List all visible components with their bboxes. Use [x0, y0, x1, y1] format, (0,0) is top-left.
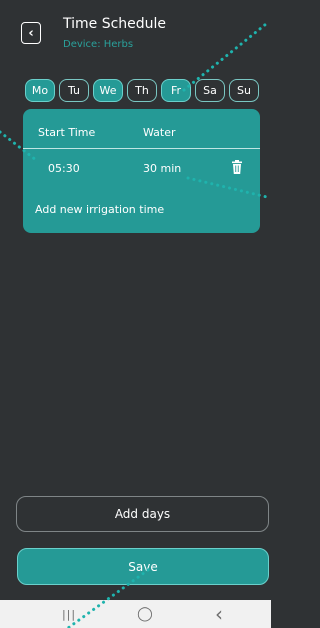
add-days-button[interactable]: Add days: [16, 496, 269, 532]
day-chip-su[interactable]: Su: [229, 79, 259, 102]
back-nav-icon[interactable]: ‹: [207, 602, 231, 626]
save-button[interactable]: Save: [17, 548, 269, 585]
column-header-water: Water: [143, 126, 176, 139]
day-chip-we[interactable]: We: [93, 79, 123, 102]
device-subtitle: Device: Herbs: [63, 39, 134, 50]
trash-icon[interactable]: [231, 160, 243, 174]
water-duration-value[interactable]: 30 min: [143, 162, 181, 175]
day-chip-sa[interactable]: Sa: [195, 79, 225, 102]
day-chip-fr[interactable]: Fr: [161, 79, 191, 102]
time-schedule-screen: ‹ Time Schedule Device: Herbs Mo Tu We T…: [0, 0, 271, 600]
column-header-start-time: Start Time: [38, 126, 96, 139]
day-chip-mo[interactable]: Mo: [25, 79, 55, 102]
header-divider: [23, 148, 260, 149]
recents-icon[interactable]: |||: [57, 604, 81, 624]
page-title: Time Schedule: [63, 16, 167, 32]
home-icon[interactable]: ◯: [133, 604, 157, 624]
back-button[interactable]: ‹: [21, 22, 41, 44]
android-nav-bar: ||| ◯ ‹: [0, 600, 271, 628]
start-time-value[interactable]: 05:30: [48, 162, 80, 175]
day-chip-tu[interactable]: Tu: [59, 79, 89, 102]
add-irrigation-time-link[interactable]: Add new irrigation time: [35, 203, 164, 216]
day-chip-th[interactable]: Th: [127, 79, 157, 102]
day-selector: Mo Tu We Th Fr Sa Su: [25, 79, 261, 102]
chevron-left-icon: ‹: [28, 25, 34, 41]
schedule-card: Start Time Water 05:30 30 min Add new ir…: [23, 109, 260, 233]
